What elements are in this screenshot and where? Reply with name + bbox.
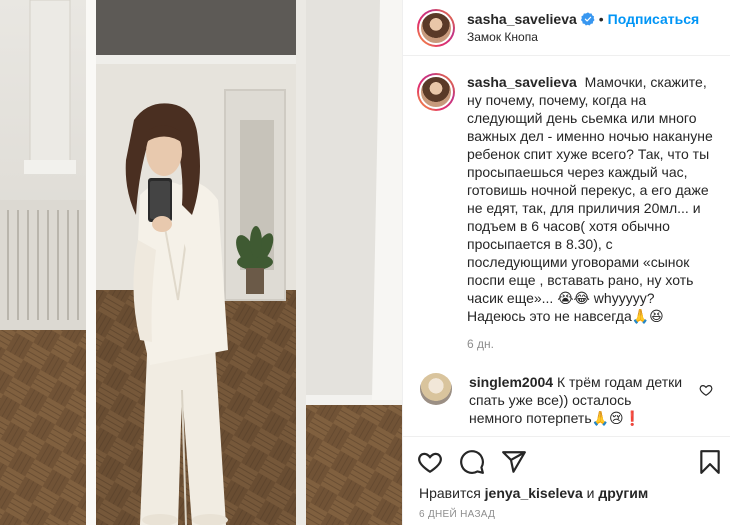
separator-dot: • bbox=[598, 10, 604, 27]
commenter-username[interactable]: singlem2004 bbox=[469, 374, 553, 390]
heart-icon[interactable] bbox=[417, 449, 443, 475]
post-date[interactable]: 6 ДНЕЙ НАЗАД bbox=[419, 509, 495, 520]
verified-badge-icon bbox=[580, 11, 595, 25]
comment-like-heart-icon[interactable] bbox=[699, 383, 713, 397]
post-photo[interactable] bbox=[0, 0, 402, 525]
comments-list[interactable]: sasha_savelieva Мамочки, скажите, ну поч… bbox=[403, 57, 730, 435]
follow-button[interactable]: Подписаться bbox=[608, 10, 700, 28]
commenter-avatar[interactable] bbox=[420, 373, 452, 405]
likes-summary[interactable]: Нравится jenya_kiseleva и другим bbox=[419, 485, 648, 501]
caption-timestamp[interactable]: 6 дн. bbox=[467, 335, 715, 353]
author-avatar[interactable] bbox=[417, 8, 455, 47]
liked-by-username[interactable]: jenya_kiseleva bbox=[485, 485, 583, 501]
caption-author-avatar[interactable] bbox=[417, 73, 455, 111]
likes-conjunction: и bbox=[586, 485, 595, 501]
comment-icon[interactable] bbox=[459, 449, 485, 475]
post-actions: Нравится jenya_kiseleva и другим 6 ДНЕЙ … bbox=[403, 436, 730, 525]
share-icon[interactable] bbox=[501, 449, 527, 475]
mirror-selfie-image bbox=[0, 0, 402, 525]
author-username[interactable]: sasha_savelieva bbox=[467, 10, 577, 28]
post-header: sasha_savelieva • Подписаться Замок Кноп… bbox=[403, 0, 730, 56]
likes-others[interactable]: другим bbox=[598, 485, 648, 501]
instagram-post: sasha_savelieva • Подписаться Замок Кноп… bbox=[0, 0, 730, 525]
bookmark-icon[interactable] bbox=[697, 449, 723, 475]
post-location[interactable]: Замок Кнопа bbox=[467, 28, 699, 46]
post-caption: sasha_savelieva Мамочки, скажите, ну поч… bbox=[417, 73, 717, 353]
caption-text: Мамочки, скажите, ну почему, почему, ког… bbox=[467, 74, 713, 324]
likes-prefix: Нравится bbox=[419, 485, 481, 501]
caption-username[interactable]: sasha_savelieva bbox=[467, 74, 577, 90]
comment-item: singlem2004 К трём годам детки спать уже… bbox=[417, 373, 717, 427]
post-side-panel: sasha_savelieva • Подписаться Замок Кноп… bbox=[402, 0, 730, 525]
